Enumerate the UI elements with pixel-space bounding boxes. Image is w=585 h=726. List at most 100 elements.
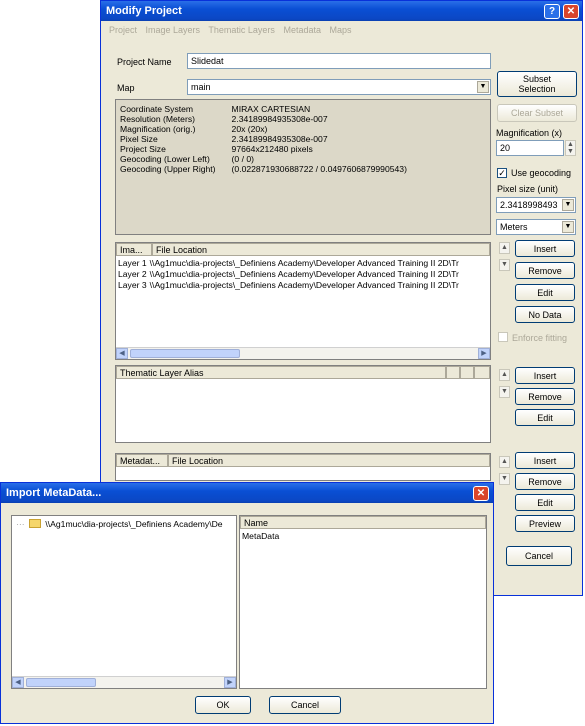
import-metadata-titlebar[interactable]: Import MetaData... [1,483,493,503]
thematic-alias-column-header[interactable]: Thematic Layer Alias [116,366,446,379]
menu-metadata[interactable]: Metadata [283,25,321,35]
info-value: MIRAX CARTESIAN [231,104,311,114]
thematic-edit-button[interactable]: Edit [515,409,575,426]
info-value: (0 / 0) [231,154,254,164]
scroll-thumb[interactable] [26,678,96,687]
scroll-thumb[interactable] [130,349,240,358]
table-row[interactable]: Layer 3 \\Ag1muc\dia-projects\_Definiens … [118,280,488,290]
chevron-down-icon[interactable]: ▼ [562,199,574,211]
scroll-right-icon[interactable]: ▶ [224,677,236,688]
list-item[interactable]: MetaData [242,531,279,541]
pixel-size-label: Pixel size (unit) [497,184,559,194]
image-layers-hscrollbar[interactable]: ◀ ▶ [116,347,490,359]
info-value: 2.34189984935308e-007 [231,134,328,144]
info-row: Magnification (orig.) 20x (20x) [120,124,407,134]
file-location-column-header[interactable]: File Location [152,243,490,256]
info-value: (0.022871930688722 / 0.0497606879990543) [231,164,407,174]
tree-item-label: \\Ag1muc\dia-projects\_Definiens Academy… [45,519,223,529]
info-key: Magnification (orig.) [120,124,196,134]
image-layers-list[interactable]: Ima... File Location Layer 1 \\Ag1muc\dia… [115,242,491,360]
file-list[interactable]: Name MetaData [239,515,487,689]
thematic-extra-column [446,366,460,379]
info-value: 2.34189984935308e-007 [231,114,328,124]
layer-name: Layer 3 [118,280,147,290]
chevron-down-icon[interactable]: ▼ [562,221,574,233]
metadata-remove-button[interactable]: Remove [515,473,575,490]
modify-project-titlebar[interactable]: Modify Project [101,1,582,21]
table-row[interactable]: Layer 1 \\Ag1muc\dia-projects\_Definiens … [118,258,488,268]
magnification-input[interactable]: 20 [496,140,564,156]
move-down-icon[interactable]: ▼ [499,259,510,271]
use-geocoding-label: Use geocoding [511,168,572,178]
help-icon[interactable]: ? [544,4,560,19]
tree-item[interactable]: ··· \\Ag1muc\dia-projects\_Definiens Aca… [16,519,223,529]
close-icon[interactable]: ✕ [563,4,579,19]
map-label: Map [117,83,135,93]
tree-line: ··· [16,519,25,529]
move-up-icon[interactable]: ▲ [499,456,510,468]
no-data-button[interactable]: No Data [515,306,575,323]
layer-path: \\Ag1muc\dia-projects\_Definiens Academy… [149,280,459,290]
image-remove-button[interactable]: Remove [515,262,575,279]
enforce-fitting-checkbox[interactable] [498,332,508,342]
import-metadata-dialog: Import MetaData... ✕ ··· \\Ag1muc\dia-pr… [0,482,494,724]
thematic-layers-list[interactable]: Thematic Layer Alias [115,365,491,443]
pixel-size-select[interactable]: 2.3418998493 ▼ [496,197,576,213]
info-row: Resolution (Meters) 2.34189984935308e-007 [120,114,407,124]
scroll-left-icon[interactable]: ◀ [12,677,24,688]
info-key: Geocoding (Upper Right) [120,164,216,174]
scroll-left-icon[interactable]: ◀ [116,348,128,359]
magnification-spin-icon[interactable]: ▲ ▼ [565,140,576,156]
scroll-right-icon[interactable]: ▶ [478,348,490,359]
ok-button[interactable]: OK [195,696,251,714]
project-info-table: Coordinate System MIRAX CARTESIAN Resoluti… [120,104,407,174]
import-cancel-button[interactable]: Cancel [269,696,341,714]
move-up-icon[interactable]: ▲ [499,242,510,254]
move-down-icon[interactable]: ▼ [499,473,510,485]
image-edit-button[interactable]: Edit [515,284,575,301]
thematic-remove-button[interactable]: Remove [515,388,575,405]
clear-subset-button[interactable]: Clear Subset [497,104,577,122]
info-row: Geocoding (Lower Left) (0 / 0) [120,154,407,164]
layer-path: \\Ag1muc\dia-projects\_Definiens Academy… [149,258,459,268]
info-row: Geocoding (Upper Right) (0.02287193068872… [120,164,407,174]
cancel-button[interactable]: Cancel [506,546,572,566]
table-row[interactable]: Layer 2 \\Ag1muc\dia-projects\_Definiens … [118,269,488,279]
thematic-extra-column [474,366,490,379]
info-row: Project Size 97664x212480 pixels [120,144,407,154]
menu-project[interactable]: Project [109,25,137,35]
metadata-insert-button[interactable]: Insert [515,452,575,469]
info-key: Geocoding (Lower Left) [120,154,210,164]
map-select[interactable]: main ▼ [187,79,491,95]
menu-image-layers[interactable]: Image Layers [146,25,201,35]
preview-button[interactable]: Preview [515,515,575,532]
menu-thematic-layers[interactable]: Thematic Layers [208,25,275,35]
import-metadata-title: Import MetaData... [6,487,102,499]
use-geocoding-checkbox[interactable]: ✓ [497,168,507,178]
info-value: 20x (20x) [231,124,268,134]
move-up-icon[interactable]: ▲ [499,369,510,381]
name-column-header[interactable]: Name [240,516,486,529]
layer-path: \\Ag1muc\dia-projects\_Definiens Academy… [149,269,459,279]
subset-selection-button[interactable]: Subset Selection [497,71,577,97]
unit-select[interactable]: Meters ▼ [496,219,576,235]
metadata-list[interactable]: Metadat... File Location [115,453,491,481]
tree-hscrollbar[interactable]: ◀ ▶ [12,676,236,688]
image-layer-column-header[interactable]: Ima... [116,243,152,256]
move-down-icon[interactable]: ▼ [499,386,510,398]
thematic-insert-button[interactable]: Insert [515,367,575,384]
metadata-edit-button[interactable]: Edit [515,494,575,511]
pixel-size-value: 2.3418998493 [500,200,558,210]
menu-maps[interactable]: Maps [330,25,352,35]
image-insert-button[interactable]: Insert [515,240,575,257]
project-info-panel: Coordinate System MIRAX CARTESIAN Resoluti… [115,99,491,235]
unit-value: Meters [500,222,528,232]
close-icon[interactable]: ✕ [473,486,489,501]
modify-project-title: Modify Project [106,5,182,17]
info-key: Project Size [120,144,166,154]
chevron-down-icon[interactable]: ▼ [477,81,489,93]
metadata-column-header[interactable]: Metadat... [116,454,168,467]
folder-tree[interactable]: ··· \\Ag1muc\dia-projects\_Definiens Aca… [11,515,237,689]
metadata-file-location-header[interactable]: File Location [168,454,490,467]
project-name-input[interactable]: Slidedat [187,53,491,69]
